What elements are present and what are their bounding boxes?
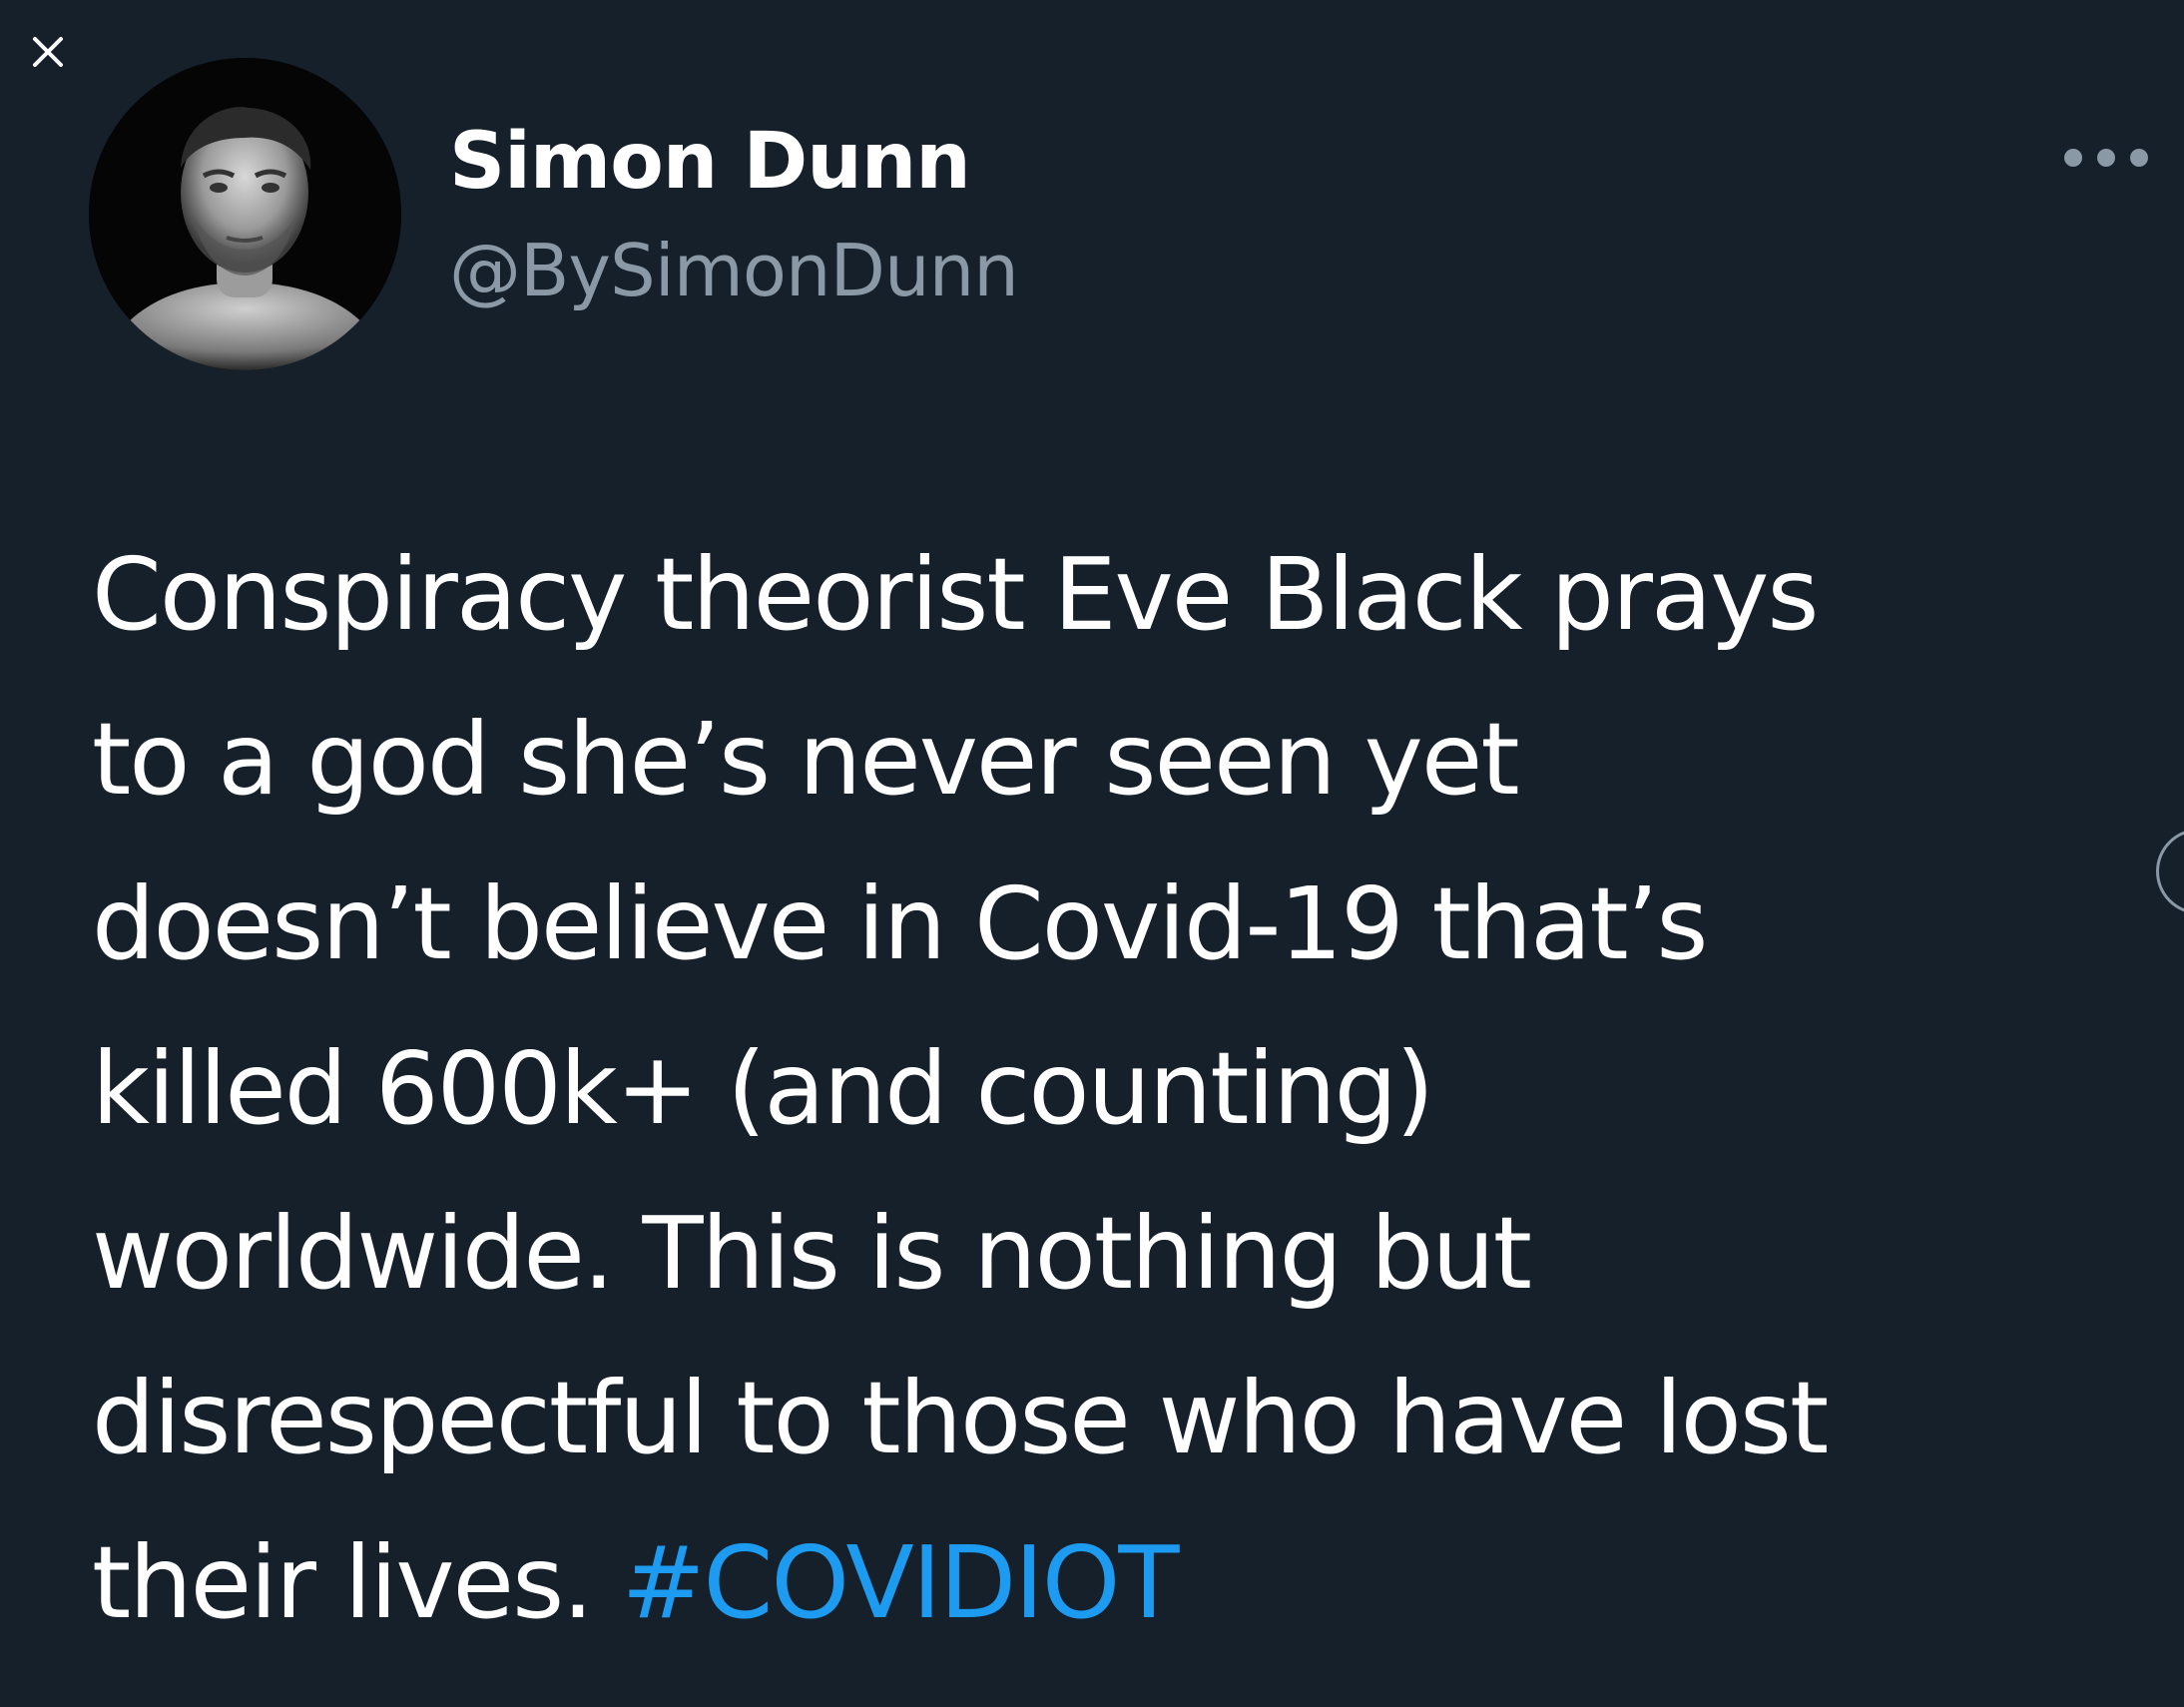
tweet-text: Conspiracy theorist Eve Black prays to a… — [92, 512, 2168, 1665]
tweet-line-text: their lives. — [92, 1524, 622, 1641]
more-options-button[interactable] — [2056, 138, 2156, 178]
author-name[interactable]: Simon Dunn — [449, 112, 971, 212]
tweet-line: disrespectful to those who have lost — [92, 1360, 1829, 1476]
tweet-line: Conspiracy theorist Eve Black prays — [92, 536, 1820, 653]
close-button[interactable] — [22, 26, 74, 78]
profile-photo — [89, 58, 401, 370]
tweet-line: doesn’t believe in Covid-19 that’s — [92, 865, 1709, 982]
tweet-line: to a god she’s never seen yet — [92, 701, 1520, 818]
tweet-last-line: their lives. #COVIDIOT — [92, 1500, 2168, 1665]
tweet-line: killed 600k+ (and counting) — [92, 1030, 1434, 1147]
author-handle[interactable]: @BySimonDunn — [449, 226, 1019, 315]
tweet-view: Simon Dunn @BySimonDunn Conspiracy theor… — [0, 0, 2184, 1707]
tweet-line: worldwide. This is nothing but — [92, 1195, 1532, 1312]
avatar[interactable] — [89, 58, 401, 370]
close-icon — [33, 37, 63, 67]
more-horizontal-icon — [2064, 149, 2148, 167]
hashtag-link[interactable]: #COVIDIOT — [622, 1524, 1180, 1641]
